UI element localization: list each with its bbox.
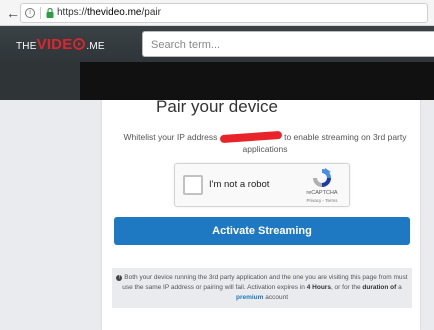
- lock-icon: [46, 7, 54, 18]
- browser-toolbar: ← i https://thevideo.me/pair: [0, 0, 434, 26]
- recaptcha-checkbox[interactable]: [183, 175, 203, 195]
- notice-text: ! Both your device running the 3rd party…: [114, 273, 410, 303]
- logo-me: .ME: [86, 41, 105, 52]
- recaptcha-brand: reCAPTCHA: [306, 190, 338, 196]
- logo-the: THE: [16, 41, 37, 52]
- info-icon[interactable]: i: [25, 8, 35, 18]
- logo-video: VIDE: [36, 36, 73, 53]
- site-logo[interactable]: THEVIDE .ME: [16, 36, 105, 54]
- notice-text-4: account: [265, 294, 289, 301]
- dropdown-overlay: [80, 62, 434, 100]
- premium-link[interactable]: premium: [236, 294, 263, 301]
- search-box: [142, 31, 434, 57]
- address-separator: [40, 7, 41, 19]
- address-bar[interactable]: i https://thevideo.me/pair: [20, 3, 428, 23]
- url-scheme: https://: [57, 7, 88, 18]
- redacted-ip: [219, 130, 282, 144]
- recaptcha-widget: I'm not a robot reCAPTCHA Privacy - Term…: [174, 163, 350, 207]
- recaptcha-logo-icon: [313, 168, 331, 187]
- url-path: /pair: [141, 7, 161, 18]
- recaptcha-label: I'm not a robot: [209, 179, 270, 190]
- whitelist-text: Whitelist your IP address to enable stre…: [120, 130, 410, 155]
- page-title: Pair your device: [156, 97, 278, 116]
- notice-text-3: a: [398, 284, 402, 291]
- whitelist-before: Whitelist your IP address: [123, 132, 218, 142]
- site-header: THEVIDE .ME: [0, 26, 434, 62]
- search-input[interactable]: [149, 33, 423, 57]
- exclamation-circle-icon: !: [116, 275, 123, 281]
- activate-streaming-button[interactable]: Activate Streaming: [114, 217, 410, 245]
- url-host: thevideo.me: [87, 7, 142, 18]
- notice-text-2: , or for the: [330, 284, 361, 291]
- url-text[interactable]: https://thevideo.me/pair: [57, 7, 161, 18]
- recaptcha-privacy-terms[interactable]: Privacy - Terms: [300, 198, 344, 203]
- notice-hours: 4 Hours: [306, 284, 331, 291]
- notice-duration: duration of: [362, 284, 397, 291]
- logo-play-icon: [73, 38, 86, 50]
